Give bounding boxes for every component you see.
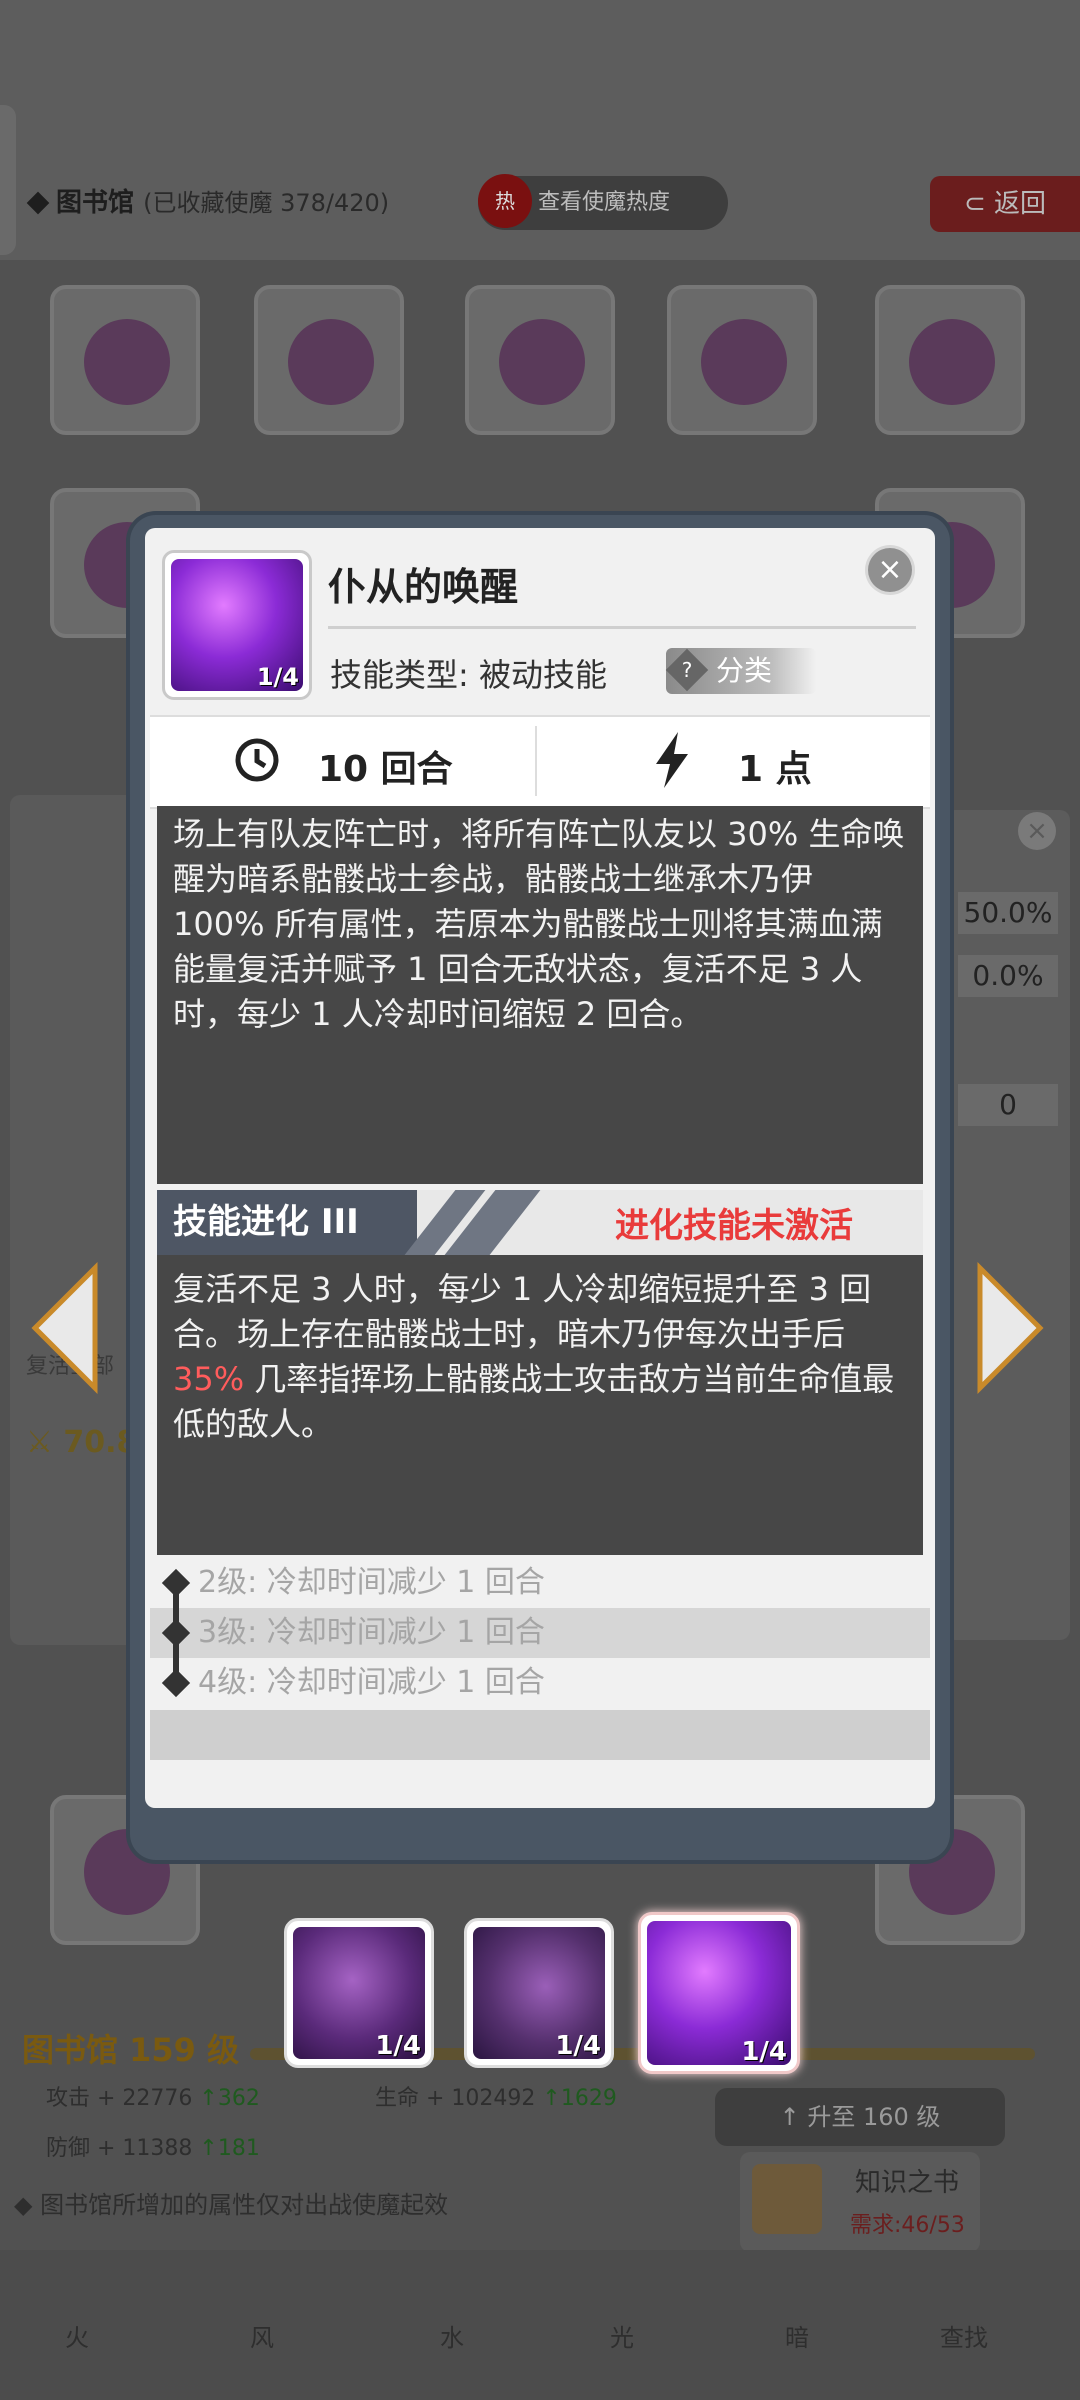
back-button[interactable]: ⊂ 返回 xyxy=(930,176,1080,232)
stats-divider xyxy=(535,726,537,796)
lightning-icon xyxy=(656,732,688,788)
prev-arrow-icon[interactable] xyxy=(30,1258,100,1398)
upgrade-library-button[interactable]: ↑ 升至 160 级 xyxy=(715,2088,1005,2146)
library-note: ◆ 图书馆所增加的属性仅对出战使魔起效 xyxy=(14,2191,449,2219)
bottom-area xyxy=(0,2250,1080,2400)
knowledge-book: 知识之书 需求:46/53 xyxy=(740,2152,980,2252)
next-arrow-icon[interactable] xyxy=(975,1258,1045,1398)
skill-level: 1/4 xyxy=(256,663,299,691)
right-stat-value: 0.0% xyxy=(958,955,1058,997)
skill-description: 场上有队友阵亡时，将所有阵亡队友以 30% 生命唤醒为暗系骷髅战士参战，骷髅战士… xyxy=(173,815,905,1033)
close-button[interactable]: × xyxy=(868,548,912,592)
evolution-description: 复活不足 3 人时，每少 1 人冷却缩短提升至 3 回合。场上存在骷髅战士时，暗… xyxy=(173,1270,895,1443)
diamond-icon xyxy=(26,191,50,215)
nav-fire[interactable]: 火 xyxy=(65,2318,89,2353)
nav-light[interactable]: 光 xyxy=(610,2318,634,2353)
nav-water[interactable]: 水 xyxy=(440,2318,464,2353)
nav-search[interactable]: 查找 xyxy=(940,2318,988,2353)
skill-tab-level: 1/4 xyxy=(375,2031,421,2061)
right-stat-value: 0 xyxy=(958,1084,1058,1126)
monster-card[interactable] xyxy=(50,285,200,435)
attack-stat: 攻击 + 22776 ↑362 xyxy=(46,2086,260,2111)
level-row: 3级: 冷却时间减少 1 回合 xyxy=(150,1608,930,1658)
heat-badge: 热 xyxy=(478,174,532,228)
right-stat-value: 50.0% xyxy=(958,892,1058,934)
skill-name: 仆从的唤醒 xyxy=(328,565,519,609)
page-edge-tab xyxy=(0,105,16,255)
right-panel-close-icon[interactable]: × xyxy=(1018,812,1056,850)
hp-stat: 生命 + 102492 ↑1629 xyxy=(375,2086,617,2111)
left-detail-panel xyxy=(10,795,150,1645)
skill-tab-level: 1/4 xyxy=(555,2031,601,2061)
level-row: 2级: 冷却时间减少 1 回合 xyxy=(198,1565,545,1600)
skill-tab-2[interactable]: 1/4 xyxy=(464,1918,614,2068)
monster-card[interactable] xyxy=(254,285,404,435)
library-level: 图书馆 159 级 xyxy=(22,2031,240,2069)
right-detail-panel xyxy=(945,810,1070,1640)
clock-icon xyxy=(235,738,279,782)
evolution-description-box: 复活不足 3 人时，每少 1 人冷却缩短提升至 3 回合。场上存在骷髅战士时，暗… xyxy=(157,1255,923,1555)
skill-description-box: 场上有队友阵亡时，将所有阵亡队友以 30% 生命唤醒为暗系骷髅战士参战，骷髅战士… xyxy=(157,806,923,1184)
chance-highlight: 35% xyxy=(173,1360,245,1398)
energy-cost: 1 点 xyxy=(738,749,812,790)
skill-tab-level: 1/4 xyxy=(741,2037,787,2067)
book-icon xyxy=(752,2164,822,2234)
monster-card[interactable] xyxy=(667,285,817,435)
cooldown-value: 10 回合 xyxy=(318,749,453,790)
book-name: 知识之书 xyxy=(855,2168,960,2198)
monster-card[interactable] xyxy=(465,285,615,435)
help-icon[interactable]: ? xyxy=(665,648,709,692)
nav-wind[interactable]: 风 xyxy=(250,2318,274,2353)
skill-icon: 1/4 xyxy=(162,550,312,700)
skill-type: 技能类型: 被动技能 xyxy=(330,656,607,694)
collected-count: (已收藏使魔 378/420) xyxy=(143,189,390,217)
evolution-status: 进化技能未激活 xyxy=(615,1206,853,1246)
level-row-empty xyxy=(150,1710,930,1760)
level-row: 4级: 冷却时间减少 1 回合 xyxy=(198,1665,545,1700)
left-partial-value: ⚔ 70.8 xyxy=(26,1425,138,1460)
title-divider xyxy=(328,626,916,629)
skill-tab-1[interactable]: 1/4 xyxy=(284,1918,434,2068)
monster-card[interactable] xyxy=(875,285,1025,435)
book-need: 需求:46/53 xyxy=(850,2213,965,2238)
nav-dark[interactable]: 暗 xyxy=(785,2318,809,2353)
defense-stat: 防御 + 11388 ↑181 xyxy=(46,2136,260,2161)
library-title: 图书馆 (已收藏使魔 378/420) xyxy=(26,182,390,219)
evolution-label: 技能进化 III xyxy=(157,1190,417,1255)
skill-tab-3[interactable]: 1/4 xyxy=(638,1912,800,2074)
